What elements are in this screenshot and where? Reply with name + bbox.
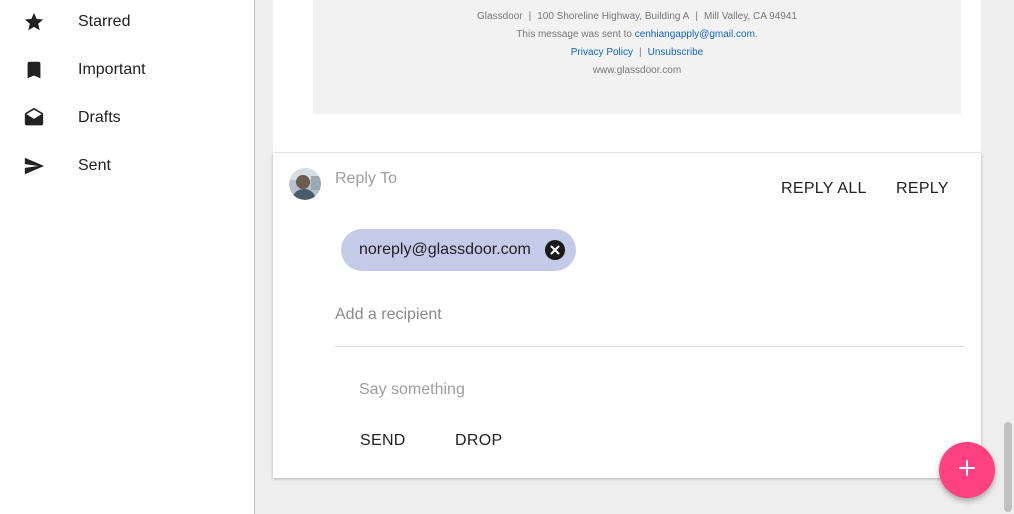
main-content: Glassdoor | 100 Shoreline Highway, Buildin… xyxy=(256,0,1014,514)
reply-all-button[interactable]: REPLY ALL xyxy=(781,180,867,198)
send-icon xyxy=(22,154,46,178)
sidebar-item-label: Important xyxy=(78,61,146,78)
drafts-icon xyxy=(22,106,46,130)
sidebar: Starred Important Drafts Sent xyxy=(0,0,255,514)
footer-address: Glassdoor | 100 Shoreline Highway, Buildin… xyxy=(477,11,797,22)
avatar xyxy=(289,168,321,200)
star-icon xyxy=(22,10,46,34)
message-input[interactable] xyxy=(359,375,959,405)
bookmark-icon xyxy=(22,58,46,82)
footer-website: www.glassdoor.com xyxy=(592,65,682,76)
sidebar-item-drafts[interactable]: Drafts xyxy=(0,94,254,142)
sidebar-item-important[interactable]: Important xyxy=(0,46,254,94)
send-button[interactable]: SEND xyxy=(360,432,406,450)
recipient-chip: noreply@glassdoor.com xyxy=(341,229,576,271)
compose-fab-button[interactable] xyxy=(939,442,995,498)
plus-icon xyxy=(957,458,977,483)
sidebar-item-label: Sent xyxy=(78,157,111,174)
footer-links: Privacy Policy | Unsubscribe xyxy=(570,47,704,58)
reply-composer: Reply To REPLY ALL REPLY noreply@glassdo… xyxy=(273,153,981,478)
sidebar-item-starred[interactable]: Starred xyxy=(0,0,254,46)
email-footer: Glassdoor | 100 Shoreline Highway, Buildin… xyxy=(313,0,961,114)
unsubscribe-link[interactable]: Unsubscribe xyxy=(648,47,704,58)
sidebar-item-sent[interactable]: Sent xyxy=(0,142,254,190)
scrollbar-thumb[interactable] xyxy=(1004,422,1012,512)
reply-to-label: Reply To xyxy=(335,170,397,187)
email-message-card: Glassdoor | 100 Shoreline Highway, Buildin… xyxy=(273,0,981,153)
add-recipient-input[interactable] xyxy=(335,299,965,347)
drop-button[interactable]: DROP xyxy=(455,432,502,450)
sidebar-item-label: Starred xyxy=(78,13,131,30)
reply-button[interactable]: REPLY xyxy=(896,180,949,198)
recipient-chip-email: noreply@glassdoor.com xyxy=(359,241,531,258)
sidebar-item-label: Drafts xyxy=(78,109,121,126)
privacy-policy-link[interactable]: Privacy Policy xyxy=(571,47,633,58)
sent-to-email-link[interactable]: cenhiangapply@gmail.com xyxy=(635,29,755,40)
footer-sent-to: This message was sent to cenhiangapply@g… xyxy=(516,29,758,40)
remove-recipient-icon[interactable] xyxy=(545,240,565,260)
